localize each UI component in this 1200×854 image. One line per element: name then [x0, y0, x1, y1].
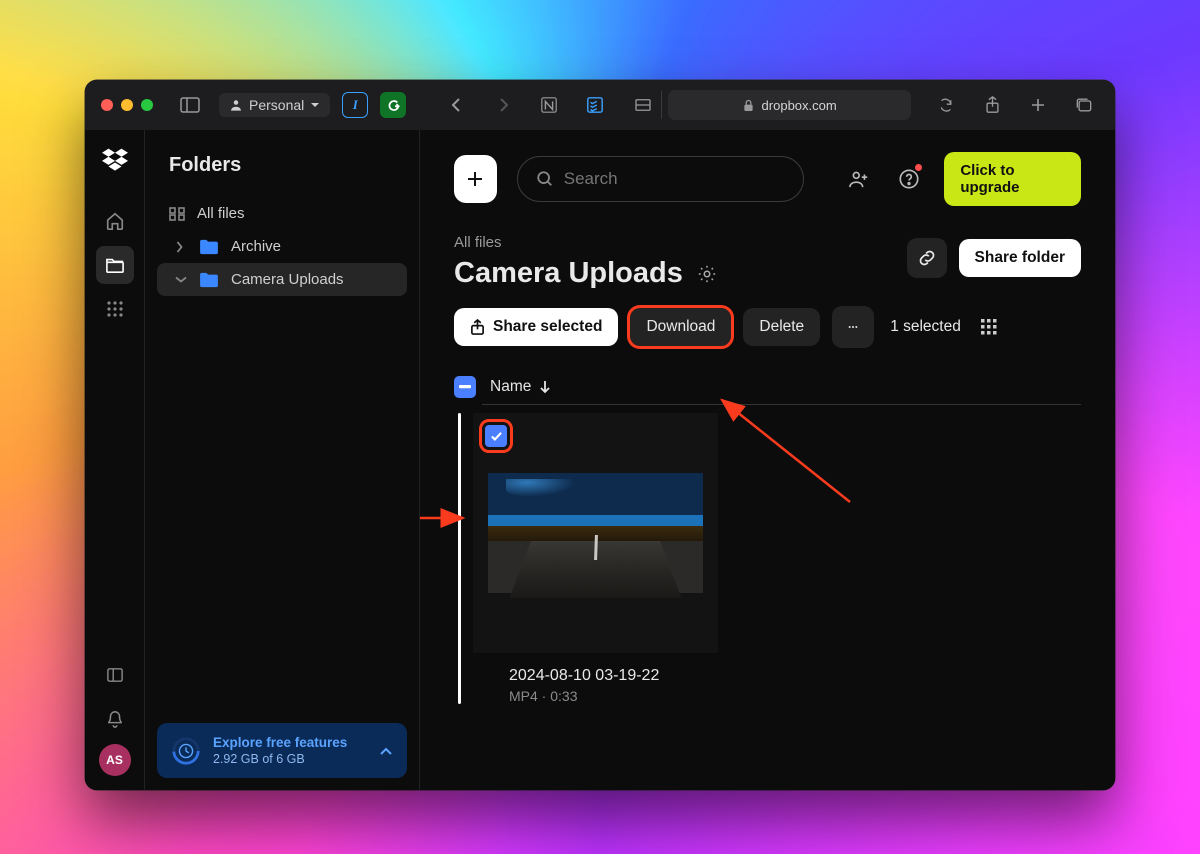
download-button[interactable]: Download: [630, 308, 731, 346]
dropbox-logo[interactable]: [102, 148, 128, 172]
column-name[interactable]: Name: [490, 378, 551, 396]
promo-storage: 2.92 GB of 6 GB: [213, 752, 367, 766]
chevron-right-icon: [175, 241, 187, 253]
add-button[interactable]: [454, 155, 497, 203]
rail-apps[interactable]: [96, 290, 134, 328]
fullscreen-window-button[interactable]: [141, 99, 153, 111]
clock-icon: [171, 736, 201, 766]
browser-profile-label: Personal: [249, 97, 304, 113]
reader-mode-button[interactable]: [624, 91, 662, 119]
promo-explore-features[interactable]: Explore free features 2.92 GB of 6 GB: [157, 723, 407, 778]
search-field[interactable]: [517, 156, 804, 202]
file-meta: MP4 · 0:33: [509, 688, 718, 704]
sidebar-item-label: Camera Uploads: [231, 271, 344, 288]
file-grid: 2024-08-10 03-19-22 MP4 · 0:33: [458, 413, 1081, 704]
folder-icon: [199, 272, 219, 288]
sort-arrow-down-icon: [539, 380, 551, 394]
main-panel: Click to upgrade All files Camera Upload…: [420, 130, 1115, 790]
notification-dot-icon: [915, 164, 922, 171]
share-selected-button[interactable]: Share selected: [454, 308, 618, 346]
extension-instapaper[interactable]: I: [342, 92, 368, 118]
search-input[interactable]: [564, 169, 785, 189]
folder-icon: [199, 239, 219, 255]
grid-icon: [169, 207, 185, 221]
selection-indicator: [458, 413, 461, 704]
promo-title: Explore free features: [213, 735, 367, 750]
sidebar-all-files-label: All files: [197, 205, 245, 222]
video-thumbnail: [488, 473, 703, 593]
sidebar-item-label: Archive: [231, 238, 281, 255]
rail-home[interactable]: [96, 202, 134, 240]
rail-folders[interactable]: [96, 246, 134, 284]
extension-grammarly[interactable]: [380, 92, 406, 118]
sidebar-item-archive[interactable]: Archive: [157, 230, 407, 263]
lock-icon: [743, 99, 754, 112]
extension-todoist[interactable]: [578, 91, 612, 119]
view-toggle-button[interactable]: [979, 317, 999, 337]
window-controls: [101, 99, 153, 111]
chevron-down-icon: [310, 100, 320, 110]
back-button[interactable]: [440, 91, 474, 119]
address-bar-domain: dropbox.com: [762, 98, 837, 113]
copy-link-button[interactable]: [907, 238, 947, 278]
new-tab-button[interactable]: [1021, 91, 1055, 119]
browser-titlebar: Personal I dropbox.com: [85, 80, 1115, 130]
close-window-button[interactable]: [101, 99, 113, 111]
selection-actions: Share selected Download Delete 1 selecte…: [454, 306, 1081, 348]
rail-collapse[interactable]: [96, 656, 134, 694]
more-actions-button[interactable]: [832, 306, 874, 348]
search-icon: [536, 170, 554, 188]
list-header: Name: [482, 370, 1081, 405]
sidebar-item-camera-uploads[interactable]: Camera Uploads: [157, 263, 407, 296]
minimize-window-button[interactable]: [121, 99, 133, 111]
tabs-overview-button[interactable]: [1067, 91, 1101, 119]
share-button[interactable]: [975, 91, 1009, 119]
chevron-up-icon: [379, 746, 393, 756]
invite-button[interactable]: [844, 162, 874, 196]
delete-button[interactable]: Delete: [743, 308, 820, 346]
top-row: Click to upgrade: [454, 152, 1081, 206]
share-folder-button[interactable]: Share folder: [959, 239, 1081, 277]
gear-icon[interactable]: [697, 264, 717, 284]
file-card[interactable]: 2024-08-10 03-19-22 MP4 · 0:33: [473, 413, 718, 704]
sidebar-toggle-button[interactable]: [173, 91, 207, 119]
user-avatar[interactable]: AS: [99, 744, 131, 776]
sidebar-title: Folders: [157, 154, 407, 177]
sidebar-all-files[interactable]: All files: [157, 197, 407, 230]
select-all-checkbox[interactable]: [454, 376, 476, 398]
file-checkbox[interactable]: [485, 425, 507, 447]
forward-button[interactable]: [486, 91, 520, 119]
chevron-down-icon: [175, 275, 187, 284]
extension-notion[interactable]: [532, 91, 566, 119]
upgrade-button[interactable]: Click to upgrade: [944, 152, 1081, 206]
help-button[interactable]: [894, 162, 924, 196]
sidebar: Folders All files Archive Camera Upl: [145, 130, 420, 790]
selected-count: 1 selected: [890, 318, 961, 336]
address-bar[interactable]: dropbox.com: [668, 90, 911, 120]
rail-notifications[interactable]: [96, 700, 134, 738]
page-title: Camera Uploads: [454, 257, 683, 290]
file-name: 2024-08-10 03-19-22: [509, 667, 718, 685]
reload-button[interactable]: [929, 91, 963, 119]
app-content: AS Folders All files Archive: [85, 130, 1115, 790]
browser-window: Personal I dropbox.com: [85, 80, 1115, 790]
browser-profile-button[interactable]: Personal: [219, 93, 330, 117]
share-icon: [470, 319, 485, 336]
nav-rail: AS: [85, 130, 145, 790]
